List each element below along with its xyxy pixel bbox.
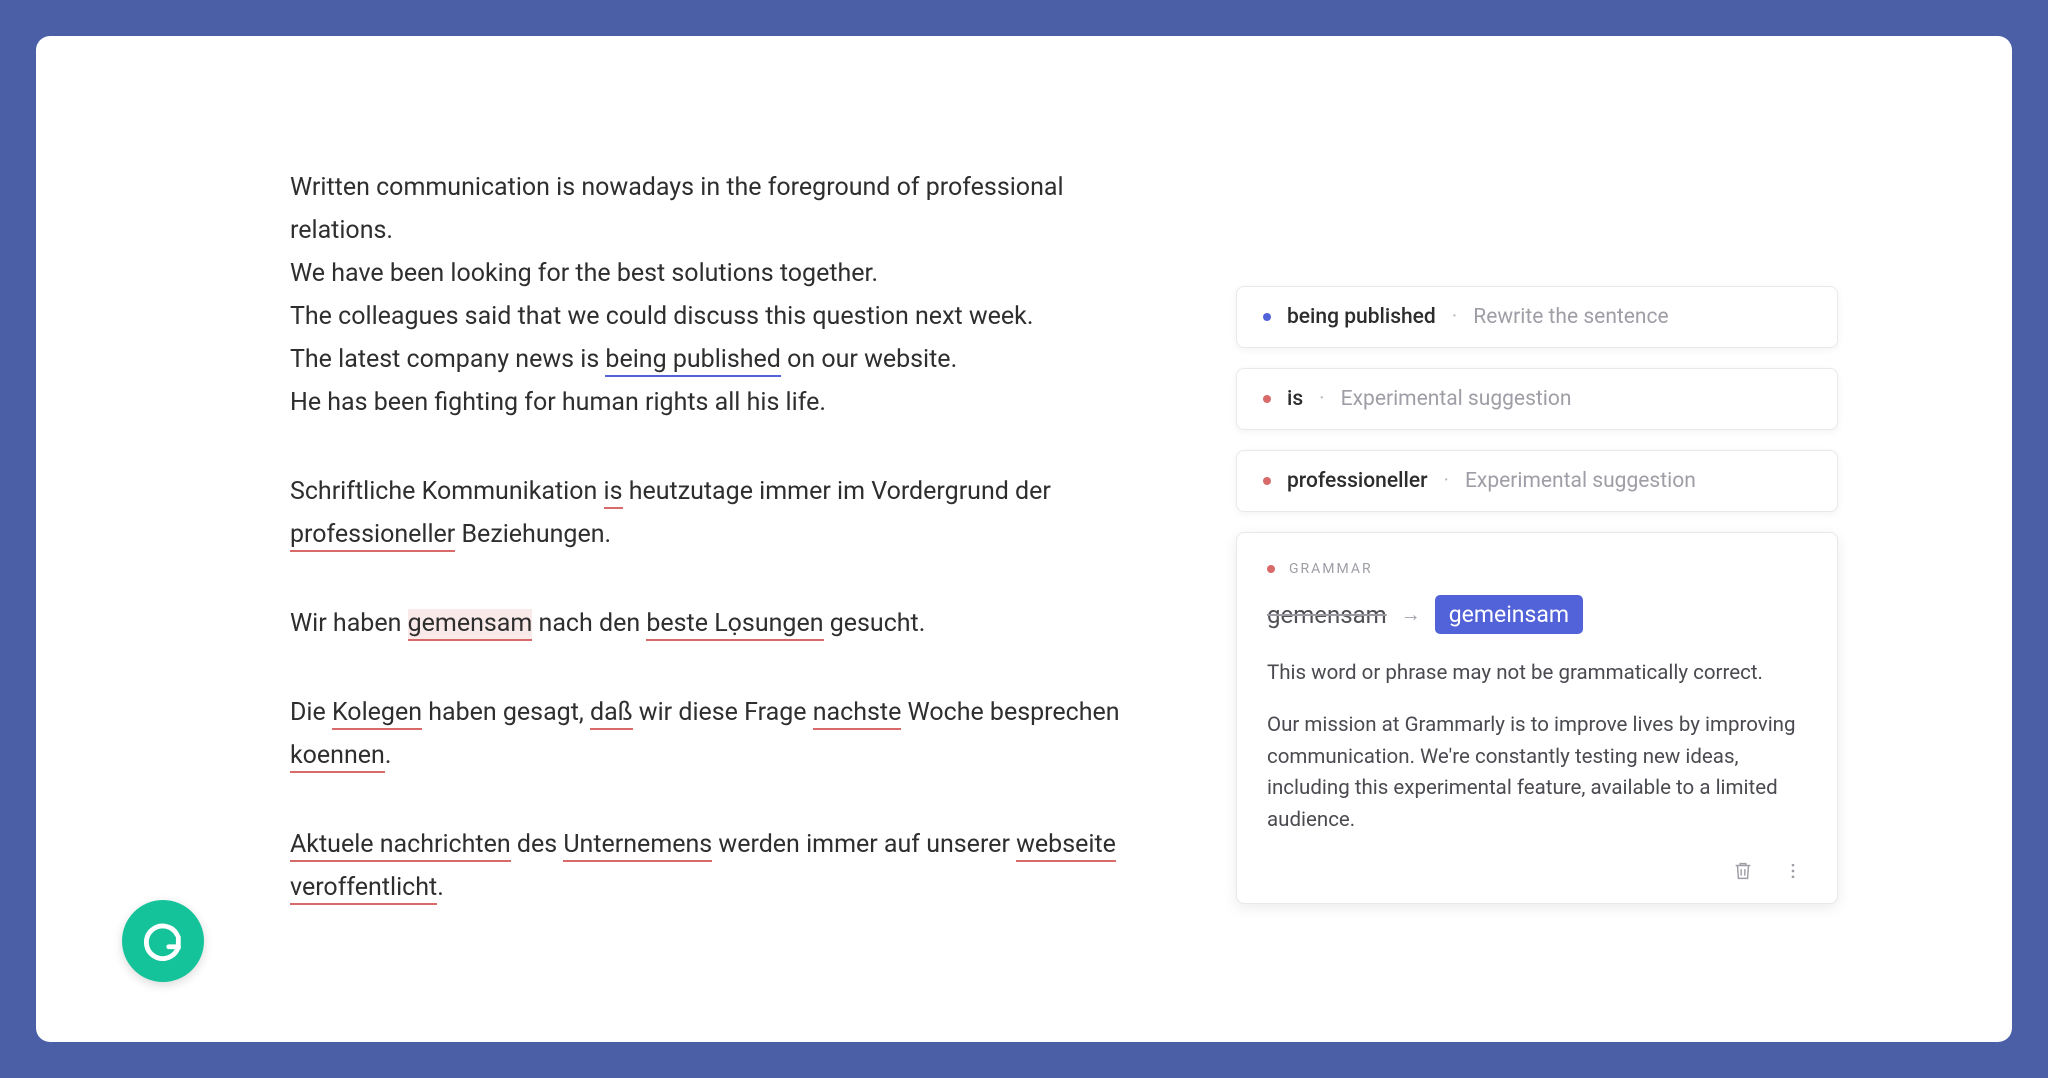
- suggestion-hint: Experimental suggestion: [1465, 469, 1696, 493]
- underline-error[interactable]: nachste: [813, 698, 902, 730]
- editor-line[interactable]: The latest company news is being publish…: [290, 338, 1176, 381]
- underline-error[interactable]: koennen: [290, 741, 385, 773]
- text-run: Schriftliche Kommunikation: [290, 477, 604, 506]
- separator: ·: [1319, 387, 1325, 411]
- paragraph-english: Written communication is nowadays in the…: [290, 166, 1176, 424]
- underline-error[interactable]: Aktuele nachrichten: [290, 830, 511, 862]
- dismiss-button[interactable]: [1729, 857, 1757, 885]
- underline-clarity[interactable]: being published: [605, 345, 780, 377]
- text-run: The latest company news is: [290, 345, 605, 374]
- editor-line[interactable]: Schriftliche Kommunikation is heutzutage…: [290, 470, 1176, 556]
- suggestion-category-header: GRAMMAR: [1267, 561, 1807, 577]
- suggestion-word: is: [1287, 387, 1303, 411]
- text-run: nach den: [532, 609, 646, 638]
- text-run: Die: [290, 698, 332, 727]
- separator: ·: [1444, 469, 1450, 493]
- paragraph-german-4: Aktuele nachrichten des Unternemens werd…: [290, 823, 1176, 909]
- suggestion-description: This word or phrase may not be grammatic…: [1267, 658, 1807, 690]
- text-run: des: [511, 830, 564, 859]
- trash-icon: [1732, 860, 1754, 882]
- suggestion-word: professioneller: [1287, 469, 1428, 493]
- text-run: gesucht.: [824, 609, 926, 638]
- suggestions-sidebar: being published · Rewrite the sentence i…: [1236, 36, 1876, 1042]
- suggestion-card[interactable]: professioneller · Experimental suggestio…: [1236, 450, 1838, 512]
- underline-error[interactable]: Unternemens: [563, 830, 712, 862]
- text-run: heutzutage immer im Vordergrund der: [623, 477, 1051, 506]
- category-dot-icon: [1267, 565, 1275, 573]
- suggestion-card-expanded[interactable]: GRAMMAR gemensam → gemeinsam This word o…: [1236, 532, 1838, 904]
- category-dot-icon: [1263, 395, 1271, 403]
- suggestion-category-label: GRAMMAR: [1289, 561, 1373, 577]
- apply-correction-button[interactable]: gemeinsam: [1435, 595, 1583, 634]
- editor-line[interactable]: relations.: [290, 209, 1176, 252]
- suggestion-hint: Experimental suggestion: [1341, 387, 1572, 411]
- highlight-active-error[interactable]: gemensam: [408, 609, 533, 641]
- category-dot-icon: [1263, 313, 1271, 321]
- text-run: wir diese Frage: [633, 698, 813, 727]
- underline-error[interactable]: daß: [590, 698, 633, 730]
- kebab-icon: [1783, 861, 1803, 881]
- text-run: on our website.: [781, 345, 957, 374]
- paragraph-german-1: Schriftliche Kommunikation is heutzutage…: [290, 470, 1176, 556]
- suggestion-card[interactable]: being published · Rewrite the sentence: [1236, 286, 1838, 348]
- text-run: Woche besprechen: [901, 698, 1119, 727]
- suggestion-word: being published: [1287, 305, 1436, 329]
- editor-line[interactable]: We have been looking for the best soluti…: [290, 252, 1176, 295]
- editor-line[interactable]: He has been fighting for human rights al…: [290, 381, 1176, 424]
- text-run: Beziehungen.: [455, 520, 611, 549]
- arrow-right-icon: →: [1401, 602, 1421, 627]
- text-run: .: [437, 873, 444, 902]
- underline-error[interactable]: Kolegen: [332, 698, 422, 730]
- more-options-button[interactable]: [1779, 857, 1807, 885]
- original-word: gemensam: [1267, 601, 1387, 629]
- suggestion-hint: Rewrite the sentence: [1473, 305, 1668, 329]
- editor-line[interactable]: Die Kolegen haben gesagt, daß wir diese …: [290, 691, 1176, 777]
- category-dot-icon: [1263, 477, 1271, 485]
- editor-line[interactable]: Written communication is nowadays in the…: [290, 166, 1176, 209]
- underline-error[interactable]: beste Lọsungen: [646, 609, 823, 641]
- paragraph-german-2: Wir haben gemensam nach den beste Lọsung…: [290, 602, 1176, 645]
- card-actions: [1267, 857, 1807, 885]
- app-canvas: Written communication is nowadays in the…: [36, 36, 2012, 1042]
- correction-line: gemensam → gemeinsam: [1267, 595, 1807, 634]
- suggestion-description: Our mission at Grammarly is to improve l…: [1267, 710, 1807, 837]
- editor-line[interactable]: Wir haben gemensam nach den beste Lọsung…: [290, 602, 1176, 645]
- editor-line[interactable]: Aktuele nachrichten des Unternemens werd…: [290, 823, 1176, 909]
- separator: ·: [1452, 305, 1458, 329]
- grammarly-floating-button[interactable]: [122, 900, 204, 982]
- underline-error[interactable]: professioneller: [290, 520, 455, 552]
- text-run: .: [385, 741, 392, 770]
- text-run: werden immer auf unserer: [712, 830, 1016, 859]
- paragraph-german-3: Die Kolegen haben gesagt, daß wir diese …: [290, 691, 1176, 777]
- grammarly-logo-icon: [140, 918, 186, 964]
- editor-line[interactable]: The colleagues said that we could discus…: [290, 295, 1176, 338]
- suggestion-card[interactable]: is · Experimental suggestion: [1236, 368, 1838, 430]
- text-run: haben gesagt,: [422, 698, 590, 727]
- underline-error[interactable]: is: [604, 477, 623, 509]
- text-run: Wir haben: [290, 609, 408, 638]
- text-editor[interactable]: Written communication is nowadays in the…: [36, 36, 1236, 1042]
